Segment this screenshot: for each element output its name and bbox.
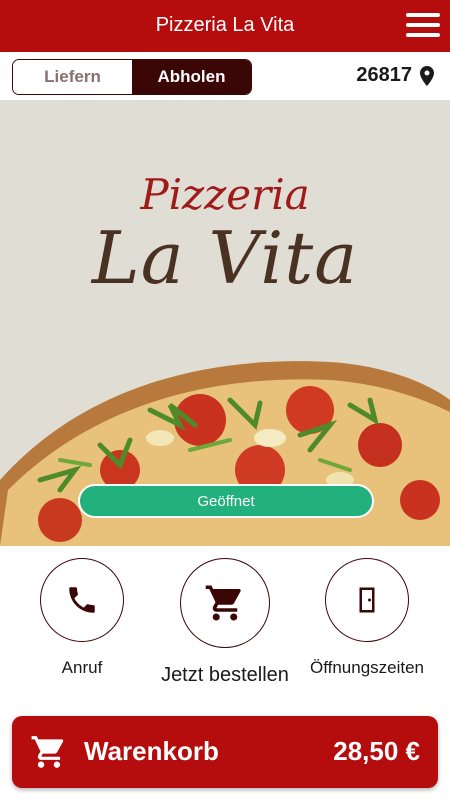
door-icon (359, 587, 375, 613)
hero-banner: Pizzeria La Vita Geöffnet (0, 100, 450, 546)
map-pin-icon (420, 65, 434, 86)
phone-icon (69, 587, 95, 613)
toggle-liefern[interactable]: Liefern (13, 60, 132, 94)
hours-action[interactable] (325, 558, 409, 642)
logo-la-vita-text: La Vita (91, 216, 359, 300)
call-label: Anruf (61, 658, 103, 677)
app-title: Pizzeria La Vita (155, 14, 295, 36)
order-button[interactable] (180, 558, 270, 648)
hamburger-menu-icon[interactable] (406, 13, 440, 37)
logo-pizzeria-text: Pizzeria (140, 170, 310, 219)
open-status-button[interactable]: Geöffnet (78, 484, 374, 518)
hours-label: Öffnungszeiten (309, 658, 425, 677)
shopping-cart-icon (205, 585, 241, 621)
quick-actions: Anruf Jetzt bestellen Öffnungszeiten (0, 546, 450, 706)
top-app-bar: Pizzeria La Vita (0, 0, 450, 52)
call-button[interactable] (40, 558, 124, 642)
location-selector[interactable]: 26817 (356, 64, 434, 87)
call-action[interactable] (40, 558, 124, 642)
cart-total: 28,50 € (333, 736, 420, 766)
delivery-bar: Liefern Abholen 26817 (0, 52, 450, 100)
hours-button[interactable] (325, 558, 409, 642)
delivery-mode-toggle: Liefern Abholen (12, 59, 252, 95)
toggle-abholen[interactable]: Abholen (132, 60, 251, 94)
cart-label: Warenkorb (84, 736, 219, 766)
shopping-cart-icon (31, 736, 64, 768)
order-action[interactable] (180, 558, 270, 648)
cart-button[interactable]: Warenkorb 28,50 € (12, 716, 438, 788)
order-label: Jetzt bestellen (161, 664, 289, 686)
zip-code: 26817 (356, 64, 412, 86)
